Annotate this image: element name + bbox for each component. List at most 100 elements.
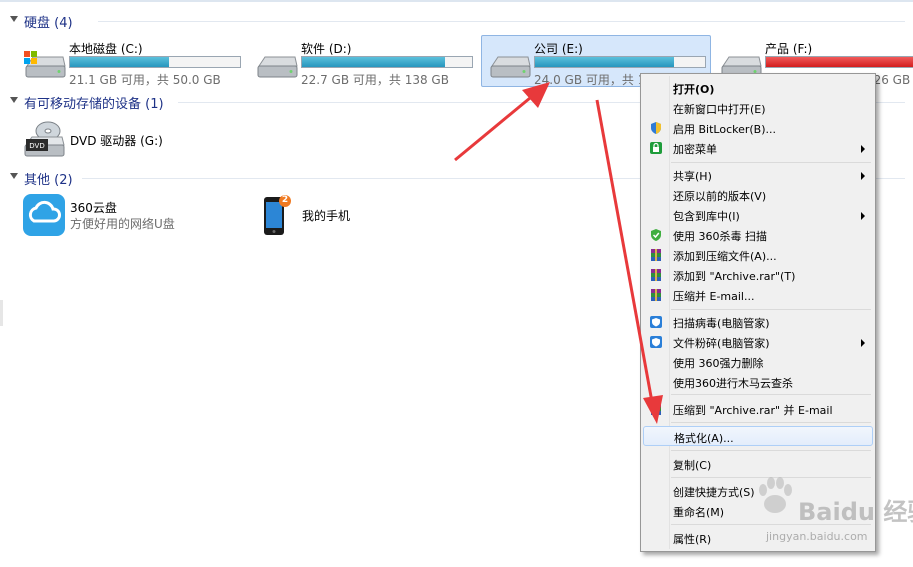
- drive-usage-fill: [535, 57, 675, 67]
- 360-antivirus-icon: [651, 229, 661, 241]
- submenu-arrow-icon: [861, 145, 865, 153]
- menu-item-bitlocker[interactable]: 启用 BitLocker(B)...: [643, 118, 873, 138]
- menu-item-label: 重命名(M): [673, 506, 725, 519]
- phone-badge: 2: [281, 195, 289, 205]
- menu-item-format[interactable]: 格式化(A)...: [643, 426, 873, 446]
- menu-item-add-to-archive[interactable]: 添加到压缩文件(A)...: [643, 245, 873, 265]
- group-title: 硬盘 (4): [24, 16, 73, 31]
- menu-item-label: 格式化(A)...: [674, 432, 734, 445]
- drive-c[interactable]: 本地磁盘 (C:) 21.1 GB 可用，共 50.0 GB: [17, 36, 247, 87]
- collapse-triangle-icon[interactable]: [10, 16, 18, 22]
- menu-item-label: 扫描病毒(电脑管家): [673, 317, 770, 330]
- hard-drive-windows-icon: [24, 51, 66, 78]
- drive-d[interactable]: 软件 (D:) 22.7 GB 可用，共 138 GB: [249, 36, 479, 87]
- menu-item-label: 使用 360杀毒 扫描: [673, 230, 767, 243]
- my-phone-item[interactable]: 2 我的手机: [258, 193, 418, 239]
- menu-item-share[interactable]: 共享(H): [643, 165, 873, 185]
- menu-separator: [671, 450, 871, 451]
- menu-item-file-shred[interactable]: 文件粉碎(电脑管家): [643, 332, 873, 352]
- winrar-icon: [651, 289, 661, 301]
- svg-text:DVD: DVD: [29, 142, 44, 150]
- menu-item-label: 添加到压缩文件(A)...: [673, 250, 777, 263]
- submenu-arrow-icon: [861, 212, 865, 220]
- drive-name: 本地磁盘 (C:): [69, 42, 143, 56]
- watermark-brand: Baidu 经验: [798, 498, 913, 526]
- menu-item-label: 启用 BitLocker(B)...: [673, 123, 777, 136]
- group-divider: [98, 21, 905, 22]
- menu-item-label: 文件粉碎(电脑管家): [673, 337, 770, 350]
- drive-name: 公司 (E:): [534, 42, 583, 56]
- group-title: 其他 (2): [24, 173, 73, 188]
- collapse-triangle-icon[interactable]: [10, 97, 18, 103]
- hard-drive-icon: [490, 56, 531, 78]
- dvd-drive-icon: DVD: [24, 121, 65, 157]
- window-top-border: [0, 0, 913, 2]
- menu-item-encrypt-menu[interactable]: 加密菜单: [643, 138, 873, 158]
- drive-free-space: 21.1 GB 可用，共 50.0 GB: [69, 73, 221, 87]
- pc-manager-icon: [650, 316, 662, 328]
- menu-item-include-library[interactable]: 包含到库中(I): [643, 205, 873, 225]
- menu-item-label: 共享(H): [673, 170, 712, 183]
- baidu-paw-icon: [759, 477, 792, 513]
- menu-item-label: 加密菜单: [673, 143, 717, 156]
- drive-name: 软件 (D:): [301, 42, 352, 56]
- cloud-disk-icon: [23, 194, 65, 236]
- menu-item-restore-versions[interactable]: 还原以前的版本(V): [643, 185, 873, 205]
- menu-separator: [671, 162, 871, 163]
- submenu-arrow-icon: [861, 172, 865, 180]
- dvd-drive-item[interactable]: DVD DVD 驱动器 (G:): [22, 117, 222, 163]
- left-edge-mark: [0, 300, 3, 326]
- menu-item-label: 在新窗口中打开(E): [673, 103, 766, 116]
- shield-icon: [651, 122, 661, 134]
- menu-item-label: 创建快捷方式(S): [673, 486, 755, 499]
- menu-separator: [671, 394, 871, 395]
- menu-item-compress-email[interactable]: 压缩并 E-mail...: [643, 285, 873, 305]
- menu-item-label: 压缩到 "Archive.rar" 并 E-mail: [673, 404, 833, 417]
- menu-item-label: 使用 360强力删除: [673, 357, 764, 370]
- pc-manager-icon: [650, 336, 662, 348]
- drive-usage-fill: [70, 57, 169, 67]
- drive-usage-bar: [69, 56, 241, 68]
- collapse-triangle-icon[interactable]: [10, 173, 18, 179]
- drive-usage-bar: [765, 56, 913, 68]
- menu-item-scan-virus[interactable]: 扫描病毒(电脑管家): [643, 312, 873, 332]
- menu-item-open[interactable]: 打开(O): [643, 78, 873, 98]
- menu-item-compress-rar-email[interactable]: 压缩到 "Archive.rar" 并 E-mail: [643, 399, 873, 419]
- menu-item-label: 压缩并 E-mail...: [673, 290, 755, 303]
- menu-item-label: 打开(O): [673, 83, 715, 96]
- menu-item-label: 复制(C): [673, 459, 712, 472]
- cloud-disk-desc: 方便好用的网络U盘: [70, 217, 175, 231]
- winrar-icon: [651, 249, 661, 261]
- drive-usage-bar: [534, 56, 706, 68]
- submenu-arrow-icon: [861, 339, 865, 347]
- menu-separator: [671, 422, 871, 423]
- menu-separator: [671, 309, 871, 310]
- baidu-watermark: Baidu 经验 jingyan.baidu.com: [748, 468, 913, 548]
- menu-item-label: 添加到 "Archive.rar"(T): [673, 270, 796, 283]
- menu-item-360-trojan-scan[interactable]: 使用360进行木马云查杀: [643, 372, 873, 392]
- winrar-icon: [651, 269, 661, 281]
- menu-item-add-to-archive-rar[interactable]: 添加到 "Archive.rar"(T): [643, 265, 873, 285]
- cloud-disk-name: 360云盘: [70, 201, 117, 215]
- watermark-url: jingyan.baidu.com: [766, 530, 868, 543]
- menu-item-label: 属性(R): [673, 533, 712, 546]
- drive-free-space: 22.7 GB 可用，共 138 GB: [301, 73, 449, 87]
- drive-usage-bar: [301, 56, 473, 68]
- lock-icon: [650, 142, 662, 154]
- group-title: 有可移动存储的设备 (1): [24, 97, 164, 112]
- dvd-drive-name: DVD 驱动器 (G:): [70, 134, 163, 148]
- menu-item-open-new-window[interactable]: 在新窗口中打开(E): [643, 98, 873, 118]
- hard-drive-icon: [257, 56, 298, 78]
- my-phone-name: 我的手机: [302, 209, 351, 223]
- drive-usage-fill: [766, 57, 913, 67]
- drive-usage-fill: [302, 57, 445, 67]
- group-header-hard-disks[interactable]: 硬盘 (4): [8, 12, 913, 31]
- menu-item-label: 还原以前的版本(V): [673, 190, 767, 203]
- menu-item-label: 包含到库中(I): [673, 210, 740, 223]
- menu-item-label: 使用360进行木马云查杀: [673, 377, 793, 390]
- cloud-disk-item[interactable]: 360云盘 方便好用的网络U盘: [22, 193, 222, 239]
- menu-item-360-scan[interactable]: 使用 360杀毒 扫描: [643, 225, 873, 245]
- winrar-icon: [651, 403, 661, 415]
- drive-name: 产品 (F:): [765, 42, 813, 56]
- menu-item-360-force-delete[interactable]: 使用 360强力删除: [643, 352, 873, 372]
